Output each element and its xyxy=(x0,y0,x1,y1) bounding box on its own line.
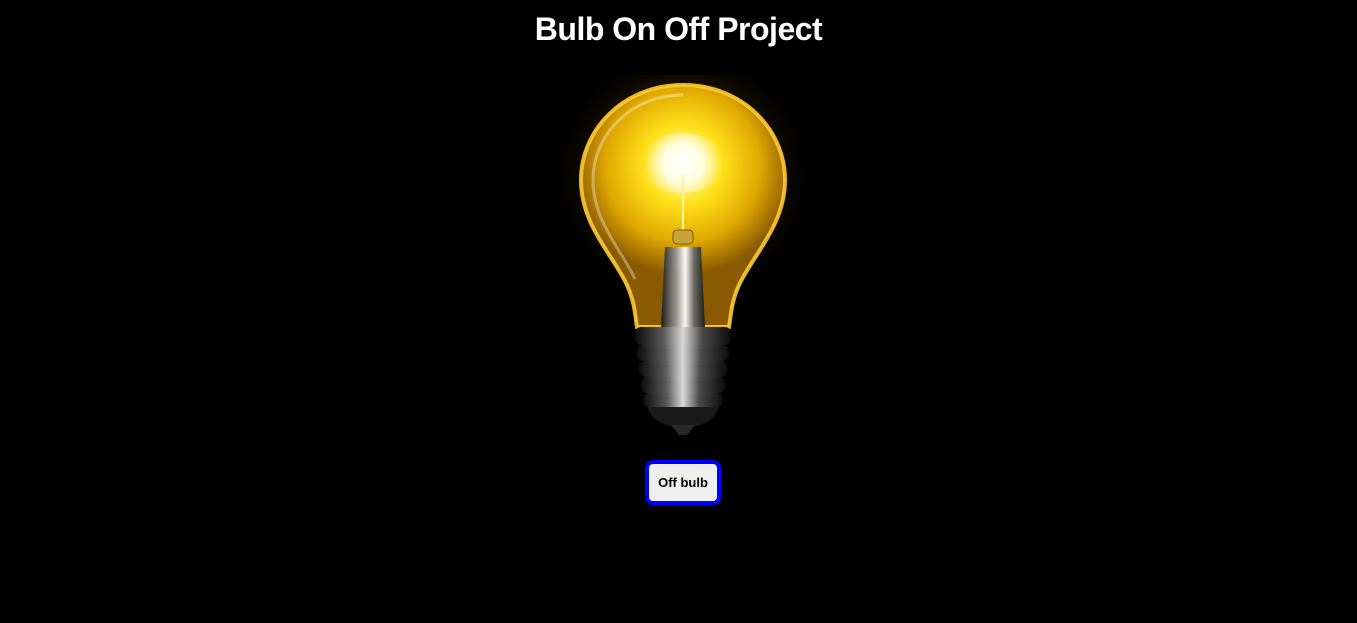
light-bulb-image xyxy=(543,75,823,450)
light-bulb-icon xyxy=(548,75,818,435)
page-title: Bulb On Off Project xyxy=(534,11,823,47)
toggle-bulb-button[interactable]: Off bulb xyxy=(645,460,721,505)
